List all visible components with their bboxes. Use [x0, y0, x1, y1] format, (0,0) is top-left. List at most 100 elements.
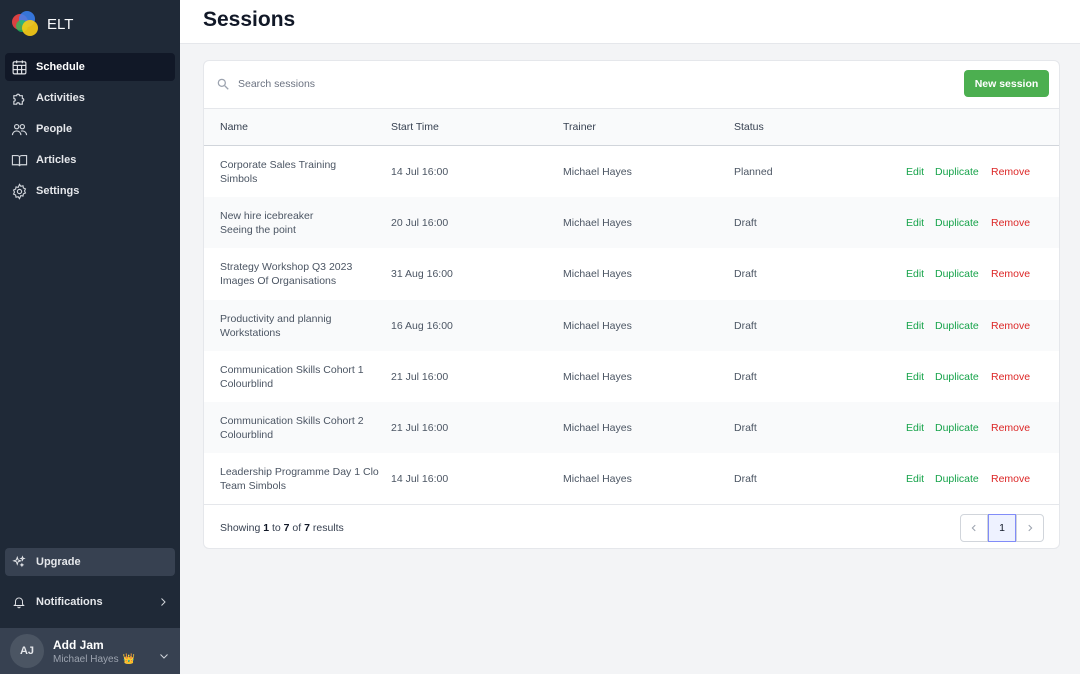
gear-icon: [12, 182, 27, 200]
brand[interactable]: ELT: [12, 11, 73, 37]
session-name-cell: Communication Skills Cohort 2 Colourblind: [220, 414, 380, 442]
session-status: Draft: [734, 217, 757, 230]
edit-link[interactable]: Edit: [906, 371, 924, 383]
session-status: Draft: [734, 421, 757, 434]
remove-link[interactable]: Remove: [991, 422, 1030, 434]
results-summary: Showing 1 to 7 of 7 results: [220, 522, 344, 534]
session-name-cell: Communication Skills Cohort 1 Colourblind: [220, 363, 380, 391]
session-start-time: 16 Aug 16:00: [391, 319, 453, 332]
account-subtitle-row: Michael Hayes 👑: [53, 654, 135, 665]
chevron-down-icon: [160, 654, 168, 659]
session-trainer: Michael Hayes: [563, 473, 632, 486]
session-name-cell: Productivity and plannig Workstations: [220, 312, 380, 340]
pagination: 1: [960, 514, 1044, 542]
results-to: 7: [283, 522, 290, 534]
results-of-word: of: [292, 522, 302, 534]
remove-link[interactable]: Remove: [991, 320, 1030, 332]
account-info: Add Jam Michael Hayes 👑: [53, 638, 135, 665]
results-from: 1: [263, 522, 270, 534]
notifications-label: Notifications: [36, 596, 103, 608]
column-header-start-time[interactable]: Start Time: [391, 121, 439, 133]
session-name: Productivity and plannig: [220, 312, 332, 325]
search-input[interactable]: [234, 73, 634, 95]
session-subtitle: Colourblind: [220, 428, 274, 441]
table-row: Corporate Sales Training Simbols 14 Jul 16…: [204, 146, 1059, 197]
session-status: Draft: [734, 268, 757, 281]
session-name: Strategy Workshop Q3 2023: [220, 261, 353, 274]
account-menu[interactable]: AJ Add Jam Michael Hayes 👑: [0, 628, 180, 674]
duplicate-link[interactable]: Duplicate: [935, 422, 979, 434]
app-name: ELT: [47, 15, 74, 33]
session-start-time: 21 Jul 16:00: [391, 421, 449, 434]
account-subtitle: Michael Hayes: [53, 653, 119, 665]
remove-link[interactable]: Remove: [991, 166, 1030, 178]
session-trainer: Michael Hayes: [563, 166, 632, 178]
sidebar: ELT Schedule Activities People Articles …: [0, 0, 180, 674]
duplicate-link[interactable]: Duplicate: [935, 268, 979, 280]
sidebar-item-label: Articles: [36, 154, 77, 166]
people-icon: [11, 123, 28, 135]
duplicate-link[interactable]: Duplicate: [935, 217, 979, 229]
session-name: Communication Skills Cohort 2: [220, 414, 364, 427]
duplicate-link[interactable]: Duplicate: [935, 371, 979, 383]
remove-link[interactable]: Remove: [991, 217, 1030, 229]
duplicate-link[interactable]: Duplicate: [935, 473, 979, 485]
session-start-time: 14 Jul 16:00: [391, 166, 449, 178]
edit-link[interactable]: Edit: [906, 268, 924, 280]
new-session-button[interactable]: New session: [964, 70, 1049, 97]
session-status: Draft: [734, 319, 757, 332]
duplicate-link[interactable]: Duplicate: [935, 320, 979, 332]
duplicate-link[interactable]: Duplicate: [935, 166, 979, 178]
sidebar-item-schedule[interactable]: Schedule: [5, 53, 175, 81]
sidebar-nav: Schedule Activities People Articles Sett…: [5, 53, 175, 208]
edit-link[interactable]: Edit: [906, 422, 924, 434]
remove-link[interactable]: Remove: [991, 473, 1030, 485]
table-body: Corporate Sales Training Simbols 14 Jul 16…: [204, 146, 1059, 504]
session-subtitle: Simbols: [220, 173, 258, 185]
calendar-icon: [12, 59, 27, 74]
results-suffix: results: [312, 522, 344, 534]
table-header: Name Start Time Trainer Status: [204, 108, 1059, 146]
sparkles-icon: [12, 555, 26, 568]
session-name-cell: Strategy Workshop Q3 2023 Images Of Organ…: [220, 260, 380, 288]
page-button-current[interactable]: 1: [988, 514, 1016, 542]
session-trainer: Michael Hayes: [563, 421, 632, 434]
table-row: Communication Skills Cohort 1 Colourblind…: [204, 351, 1059, 402]
edit-link[interactable]: Edit: [906, 473, 924, 485]
session-status: Planned: [734, 166, 773, 178]
sidebar-item-activities[interactable]: Activities: [5, 84, 175, 112]
table-footer: Showing 1 to 7 of 7 results 1: [204, 504, 1059, 548]
column-header-trainer[interactable]: Trainer: [563, 121, 596, 133]
session-trainer: Michael Hayes: [563, 370, 632, 383]
sidebar-item-label: Activities: [36, 92, 85, 104]
session-subtitle: Images Of Organisations: [220, 275, 337, 288]
session-name: New hire icebreaker: [220, 210, 314, 223]
edit-link[interactable]: Edit: [906, 166, 924, 178]
edit-link[interactable]: Edit: [906, 320, 924, 332]
sidebar-item-articles[interactable]: Articles: [5, 146, 175, 174]
column-header-status[interactable]: Status: [734, 121, 764, 133]
puzzle-icon: [13, 93, 25, 105]
upgrade-button[interactable]: Upgrade: [5, 548, 175, 576]
results-prefix: Showing: [220, 522, 261, 534]
bell-icon: [13, 597, 25, 609]
next-page-button[interactable]: [1016, 514, 1044, 542]
toolbar: New session: [204, 61, 1059, 108]
avatar: AJ: [10, 634, 44, 668]
edit-link[interactable]: Edit: [906, 217, 924, 229]
sidebar-item-people[interactable]: People: [5, 115, 175, 143]
session-name: Communication Skills Cohort 1: [220, 363, 364, 376]
remove-link[interactable]: Remove: [991, 371, 1030, 383]
session-subtitle: Team Simbols: [220, 480, 286, 493]
page-title: Sessions: [203, 8, 296, 31]
results-to-word: to: [271, 522, 281, 534]
table-row: Communication Skills Cohort 2 Colourblind…: [204, 401, 1059, 454]
app-logo: [12, 11, 39, 37]
sidebar-item-settings[interactable]: Settings: [5, 177, 175, 205]
session-subtitle: Seeing the point: [220, 224, 296, 237]
remove-link[interactable]: Remove: [991, 268, 1030, 280]
session-subtitle: Colourblind: [220, 377, 274, 390]
notifications-button[interactable]: Notifications: [5, 589, 175, 615]
column-header-name[interactable]: Name: [220, 121, 248, 133]
previous-page-button[interactable]: [960, 514, 988, 542]
